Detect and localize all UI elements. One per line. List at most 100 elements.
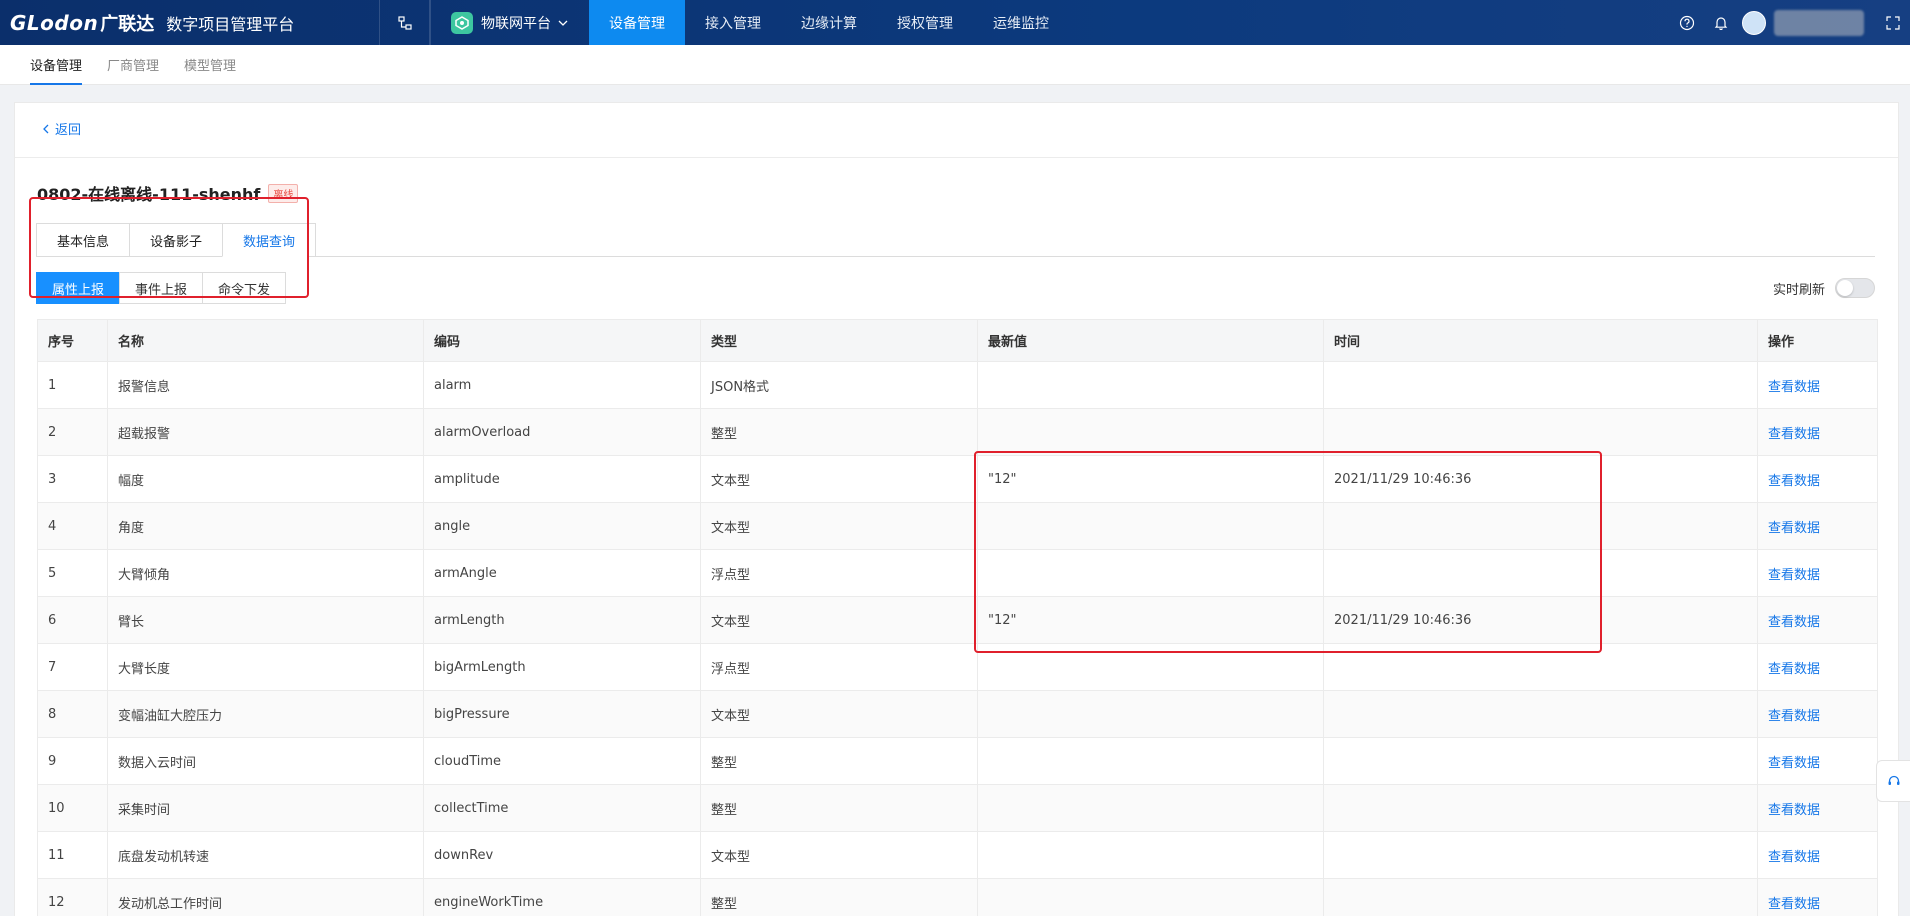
table-row: 8 变幅油缸大腔压力 bigPressure 文本型 查看数据 xyxy=(37,690,1878,738)
table-row: 10 采集时间 collectTime 整型 查看数据 xyxy=(37,784,1878,832)
cell-code: armAngle xyxy=(423,549,701,597)
cell-name: 采集时间 xyxy=(107,784,424,832)
cell-name: 发动机总工作时间 xyxy=(107,878,424,916)
cell-no: 1 xyxy=(37,361,108,409)
cell-code: cloudTime xyxy=(423,737,701,785)
col-header-name: 名称 xyxy=(107,319,424,362)
cell-action: 查看数据 xyxy=(1757,737,1878,785)
org-tree-button[interactable] xyxy=(380,0,430,45)
cell-type: 文本型 xyxy=(700,455,978,503)
nav-edge-computing[interactable]: 边缘计算 xyxy=(781,0,877,45)
realtime-toggle[interactable] xyxy=(1835,278,1875,298)
cell-time xyxy=(1323,408,1758,456)
cell-time xyxy=(1323,878,1758,916)
subtab-model-management[interactable]: 模型管理 xyxy=(184,45,236,85)
brand-logo-text: GLodon xyxy=(10,10,99,35)
bell-icon xyxy=(1714,16,1728,30)
cell-name: 变幅油缸大腔压力 xyxy=(107,690,424,738)
view-data-link[interactable]: 查看数据 xyxy=(1768,662,1820,677)
view-data-link[interactable]: 查看数据 xyxy=(1768,474,1820,489)
cell-action: 查看数据 xyxy=(1757,361,1878,409)
cell-latest-value xyxy=(977,549,1324,597)
back-link[interactable]: 返回 xyxy=(40,119,81,138)
cell-time xyxy=(1323,737,1758,785)
cell-type: JSON格式 xyxy=(700,361,978,409)
view-data-link[interactable]: 查看数据 xyxy=(1768,615,1820,630)
cell-latest-value: "12" xyxy=(977,455,1324,503)
cell-name: 数据入云时间 xyxy=(107,737,424,785)
table-row: 3 幅度 amplitude 文本型 "12" 2021/11/29 10:46:36 查看… xyxy=(37,455,1878,503)
cell-latest-value xyxy=(977,502,1324,550)
side-help-widget[interactable] xyxy=(1876,760,1910,802)
table-row: 1 报警信息 alarm JSON格式 查看数据 xyxy=(37,361,1878,409)
tab-basic-info[interactable]: 基本信息 xyxy=(36,223,131,257)
avatar[interactable] xyxy=(1742,10,1766,35)
logo[interactable]: GLodon 广联达 数字项目管理平台 xyxy=(0,0,380,45)
cell-no: 4 xyxy=(37,502,108,550)
tab-data-query[interactable]: 数据查询 xyxy=(222,223,317,257)
cell-type: 文本型 xyxy=(700,596,978,644)
view-data-link[interactable]: 查看数据 xyxy=(1768,709,1820,724)
subtab-vendor-management[interactable]: 厂商管理 xyxy=(107,45,159,85)
cell-action: 查看数据 xyxy=(1757,502,1878,550)
status-badge: 离线 xyxy=(268,183,299,203)
tab-property-report[interactable]: 属性上报 xyxy=(36,272,121,304)
nav-authorization[interactable]: 授权管理 xyxy=(877,0,973,45)
cell-code: downRev xyxy=(423,831,701,879)
view-data-link[interactable]: 查看数据 xyxy=(1768,521,1820,536)
cell-action: 查看数据 xyxy=(1757,455,1878,503)
tab-device-shadow[interactable]: 设备影子 xyxy=(129,223,224,257)
org-tree-icon xyxy=(397,15,412,30)
cell-code: bigPressure xyxy=(423,690,701,738)
tabs-underline xyxy=(307,256,1875,257)
cell-code: alarm xyxy=(423,361,701,409)
app-title: 数字项目管理平台 xyxy=(166,14,295,34)
cell-no: 7 xyxy=(37,643,108,691)
subtab-device-management[interactable]: 设备管理 xyxy=(30,45,83,85)
tab-command-issue[interactable]: 命令下发 xyxy=(202,272,287,304)
realtime-label: 实时刷新 xyxy=(1772,282,1825,298)
view-data-link[interactable]: 查看数据 xyxy=(1768,380,1820,395)
nav-device-management[interactable]: 设备管理 xyxy=(589,0,685,45)
cell-type: 文本型 xyxy=(700,502,978,550)
realtime-refresh: 实时刷新 xyxy=(1773,272,1875,304)
top-right-actions xyxy=(1670,0,1910,45)
cell-latest-value xyxy=(977,831,1324,879)
nav-ops-monitoring[interactable]: 运维监控 xyxy=(973,0,1069,45)
nav-access-management[interactable]: 接入管理 xyxy=(685,0,781,45)
cell-no: 9 xyxy=(37,737,108,785)
brand-logo-cn: 广联达 xyxy=(100,13,155,35)
view-data-link[interactable]: 查看数据 xyxy=(1768,850,1820,865)
top-nav-bar: GLodon 广联达 数字项目管理平台 物联网平台 设备管理 接入管理 边缘计算… xyxy=(0,0,1910,45)
cell-action: 查看数据 xyxy=(1757,549,1878,597)
col-header-time: 时间 xyxy=(1323,319,1758,362)
fullscreen-button[interactable] xyxy=(1876,0,1910,45)
view-data-link[interactable]: 查看数据 xyxy=(1768,756,1820,771)
cell-action: 查看数据 xyxy=(1757,643,1878,691)
help-button[interactable] xyxy=(1670,0,1704,45)
tab-event-report[interactable]: 事件上报 xyxy=(119,272,204,304)
view-data-link[interactable]: 查看数据 xyxy=(1768,427,1820,442)
cell-time xyxy=(1323,643,1758,691)
cell-name: 底盘发动机转速 xyxy=(107,831,424,879)
notification-button[interactable] xyxy=(1704,0,1738,45)
cell-no: 11 xyxy=(37,831,108,879)
cell-time xyxy=(1323,549,1758,597)
cell-type: 浮点型 xyxy=(700,549,978,597)
cell-name: 报警信息 xyxy=(107,361,424,409)
view-data-link[interactable]: 查看数据 xyxy=(1768,803,1820,818)
cell-code: armLength xyxy=(423,596,701,644)
cell-action: 查看数据 xyxy=(1757,408,1878,456)
view-data-link[interactable]: 查看数据 xyxy=(1768,897,1820,912)
cell-name: 幅度 xyxy=(107,455,424,503)
table-row: 5 大臂倾角 armAngle 浮点型 查看数据 xyxy=(37,549,1878,597)
query-type-tabs: 属性上报 事件上报 命令下发 xyxy=(36,272,287,304)
table-row: 7 大臂长度 bigArmLength 浮点型 查看数据 xyxy=(37,643,1878,691)
cell-time xyxy=(1323,361,1758,409)
user-name-redacted[interactable] xyxy=(1774,9,1864,36)
view-data-link[interactable]: 查看数据 xyxy=(1768,568,1820,583)
platform-switcher[interactable]: 物联网平台 xyxy=(431,0,589,45)
cell-no: 2 xyxy=(37,408,108,456)
fullscreen-icon xyxy=(1886,15,1900,30)
divider xyxy=(15,157,1898,158)
